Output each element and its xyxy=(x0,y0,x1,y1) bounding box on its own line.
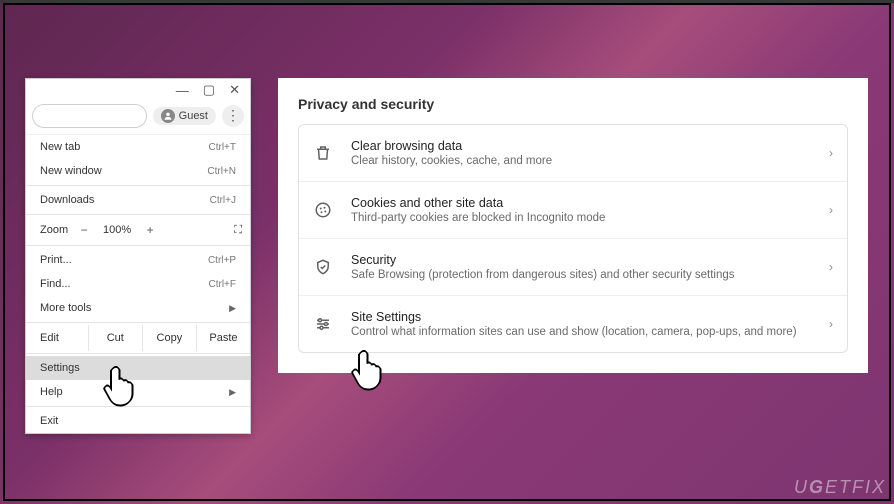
menu-zoom-row: Zoom − 100% + ⛶ xyxy=(26,217,250,243)
row-desc: Clear history, cookies, cache, and more xyxy=(351,155,829,167)
row-title: Cookies and other site data xyxy=(351,196,829,210)
menu-label: New window xyxy=(40,165,102,177)
zoom-in-button[interactable]: + xyxy=(140,223,160,237)
zoom-label: Zoom xyxy=(40,224,68,236)
row-cookies[interactable]: Cookies and other site data Third-party … xyxy=(299,182,847,239)
chevron-right-icon: › xyxy=(829,203,833,217)
trash-icon xyxy=(313,143,333,163)
row-text: Site Settings Control what information s… xyxy=(351,310,829,338)
row-desc: Safe Browsing (protection from dangerous… xyxy=(351,269,829,281)
menu-find[interactable]: Find... Ctrl+F xyxy=(26,272,250,296)
shield-icon xyxy=(313,257,333,277)
cut-button[interactable]: Cut xyxy=(89,325,143,351)
row-text: Security Safe Browsing (protection from … xyxy=(351,253,829,281)
maximize-button[interactable]: ▢ xyxy=(203,82,215,98)
edit-label: Edit xyxy=(26,325,89,351)
paste-button[interactable]: Paste xyxy=(197,325,250,351)
chevron-right-icon: › xyxy=(829,317,833,331)
menu-label: Find... xyxy=(40,278,71,290)
menu-label: New tab xyxy=(40,141,80,153)
row-site-settings[interactable]: Site Settings Control what information s… xyxy=(299,296,847,352)
address-bar[interactable] xyxy=(32,104,147,128)
menu-shortcut: Ctrl+N xyxy=(207,166,236,177)
menu-separator xyxy=(26,322,250,323)
menu-shortcut: Ctrl+F xyxy=(209,279,237,290)
chevron-right-icon: ▶ xyxy=(229,303,236,314)
menu-edit-row: Edit Cut Copy Paste xyxy=(26,325,250,351)
row-text: Clear browsing data Clear history, cooki… xyxy=(351,139,829,167)
menu-separator xyxy=(26,214,250,215)
cookie-icon xyxy=(313,200,333,220)
settings-card: Clear browsing data Clear history, cooki… xyxy=(298,124,848,353)
row-desc: Control what information sites can use a… xyxy=(351,326,829,338)
close-button[interactable]: ✕ xyxy=(229,82,240,98)
panel-heading: Privacy and security xyxy=(298,96,848,112)
menu-separator xyxy=(26,406,250,407)
toolbar: Guest ⋮ xyxy=(26,101,250,135)
row-security[interactable]: Security Safe Browsing (protection from … xyxy=(299,239,847,296)
menu-label: Help xyxy=(40,386,63,398)
menu-settings[interactable]: Settings xyxy=(26,356,250,380)
menu-exit[interactable]: Exit xyxy=(26,409,250,433)
chrome-window: — ▢ ✕ Guest ⋮ New tab Ctrl+T New window … xyxy=(25,78,251,434)
menu-label: Downloads xyxy=(40,194,94,206)
menu-label: More tools xyxy=(40,302,91,314)
zoom-percent: 100% xyxy=(100,224,134,236)
menu-help[interactable]: Help ▶ xyxy=(26,380,250,404)
menu-label: Print... xyxy=(40,254,72,266)
menu-print[interactable]: Print... Ctrl+P xyxy=(26,248,250,272)
fullscreen-icon[interactable]: ⛶ xyxy=(234,224,242,237)
overflow-menu-button[interactable]: ⋮ xyxy=(222,105,244,127)
menu-shortcut: Ctrl+T xyxy=(209,142,237,153)
zoom-out-button[interactable]: − xyxy=(74,223,94,237)
chevron-right-icon: › xyxy=(829,260,833,274)
menu-new-window[interactable]: New window Ctrl+N xyxy=(26,159,250,183)
menu-label: Settings xyxy=(40,362,80,374)
window-titlebar: — ▢ ✕ xyxy=(26,79,250,101)
row-title: Site Settings xyxy=(351,310,829,324)
menu-shortcut: Ctrl+P xyxy=(208,255,236,266)
row-desc: Third-party cookies are blocked in Incog… xyxy=(351,212,829,224)
row-title: Clear browsing data xyxy=(351,139,829,153)
menu-separator xyxy=(26,353,250,354)
menu-more-tools[interactable]: More tools ▶ xyxy=(26,296,250,320)
menu-new-tab[interactable]: New tab Ctrl+T xyxy=(26,135,250,159)
chevron-right-icon: › xyxy=(829,146,833,160)
avatar-icon xyxy=(161,109,175,123)
menu-shortcut: Ctrl+J xyxy=(210,195,236,206)
sliders-icon xyxy=(313,314,333,334)
profile-label: Guest xyxy=(179,110,208,122)
privacy-security-panel: Privacy and security Clear browsing data… xyxy=(278,78,868,373)
menu-separator xyxy=(26,185,250,186)
minimize-button[interactable]: — xyxy=(176,83,189,98)
profile-chip[interactable]: Guest xyxy=(153,107,216,125)
row-clear-browsing-data[interactable]: Clear browsing data Clear history, cooki… xyxy=(299,125,847,182)
menu-label: Exit xyxy=(40,415,58,427)
row-title: Security xyxy=(351,253,829,267)
copy-button[interactable]: Copy xyxy=(143,325,197,351)
chevron-right-icon: ▶ xyxy=(229,387,236,398)
overflow-menu: New tab Ctrl+T New window Ctrl+N Downloa… xyxy=(26,135,250,433)
row-text: Cookies and other site data Third-party … xyxy=(351,196,829,224)
menu-downloads[interactable]: Downloads Ctrl+J xyxy=(26,188,250,212)
menu-separator xyxy=(26,245,250,246)
